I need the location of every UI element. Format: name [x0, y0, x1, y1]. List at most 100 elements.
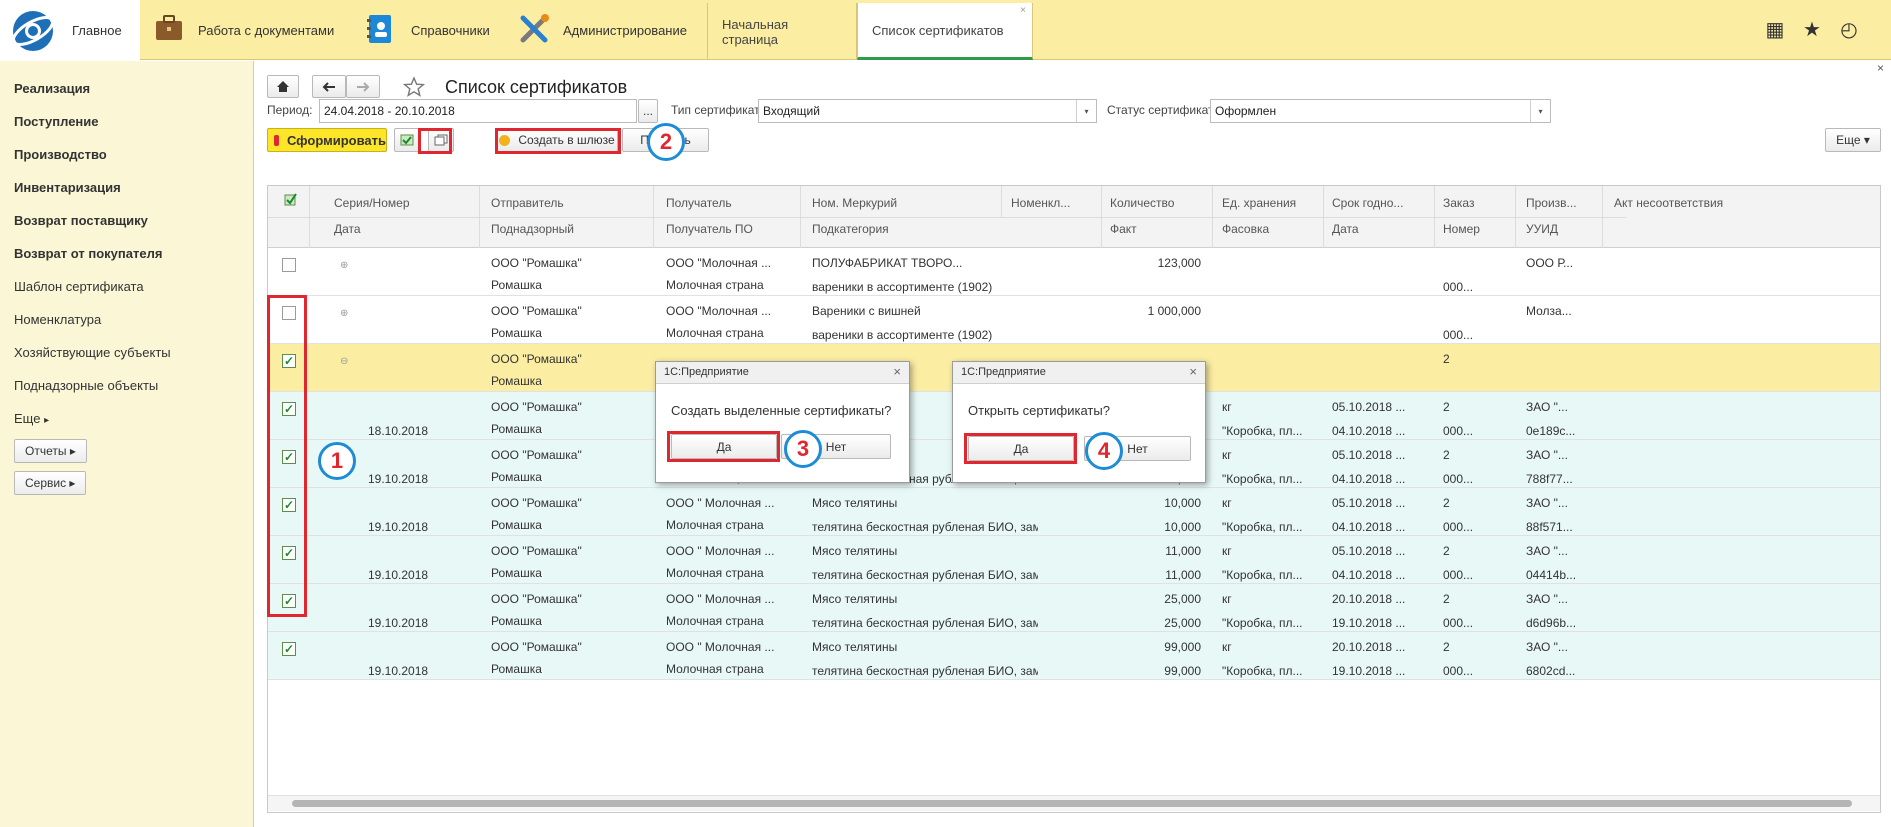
page-close-icon[interactable]: ×	[1877, 61, 1884, 75]
col-header-recipient[interactable]: Получатель	[666, 196, 732, 210]
row-checkbox[interactable]	[282, 306, 296, 320]
section-administration[interactable]: Администрирование	[517, 0, 702, 60]
col-header-nonconformity-act[interactable]: Акт несоответствия	[1614, 196, 1723, 210]
table-row[interactable]: ✓ 19.10.2018 ООО "Ромашка" Ромашка ООО " Мол…	[268, 584, 1880, 632]
table-row[interactable]: ✓ 19.10.2018 ООО "Ромашка" Ромашка ООО " Мол…	[268, 488, 1880, 536]
table-row[interactable]: ⊕ ООО "Ромашка" Ромашка ООО "Молочная ... Мо…	[268, 248, 1880, 296]
cert-status-field[interactable]: Оформлен ▾	[1210, 99, 1551, 123]
row-quantity: 11,000	[1165, 544, 1201, 558]
row-checkbox[interactable]	[282, 258, 296, 272]
col-header-recipient-po[interactable]: Получатель ПО	[666, 222, 753, 236]
section-documents[interactable]: Работа с документами	[150, 0, 360, 60]
generate-button[interactable]: Сформировать	[267, 128, 387, 152]
col-header-expiry[interactable]: Срок годно...	[1332, 196, 1403, 210]
table-row[interactable]: ✓ 19.10.2018 ООО "Ромашка" Ромашка ООО " Мол…	[268, 536, 1880, 584]
sidebar-item-business-entities[interactable]: Хозяйствующие субъекты	[14, 345, 171, 360]
row-checkbox[interactable]: ✓	[282, 594, 296, 608]
row-checkbox[interactable]: ✓	[282, 354, 296, 368]
col-header-order-number[interactable]: Номер	[1443, 222, 1480, 236]
top-navigation-bar: Главное Работа с документами Справочники	[0, 0, 1891, 60]
col-header-fact[interactable]: Факт	[1110, 222, 1137, 236]
cert-status-dropdown-icon[interactable]: ▾	[1530, 100, 1550, 122]
home-button[interactable]	[267, 75, 299, 98]
table-row[interactable]: ⊕ ООО "Ромашка" Ромашка ООО "Молочная ... Мо…	[268, 296, 1880, 344]
tree-toggle-icon[interactable]: ⊕	[340, 308, 348, 319]
col-header-nomenclature[interactable]: Номенкл...	[1011, 196, 1070, 210]
col-header-uuid[interactable]: УУИД	[1526, 222, 1558, 236]
copy-button[interactable]	[428, 128, 454, 152]
tab-certificate-list[interactable]: Список сертификатов ×	[857, 3, 1033, 60]
col-divider	[1434, 186, 1435, 248]
col-header-mercury-nom[interactable]: Ном. Меркурий	[812, 196, 897, 210]
create-in-gateway-button[interactable]: Создать в шлюзе	[496, 128, 618, 152]
period-field[interactable]: 24.04.2018 - 20.10.2018	[319, 99, 637, 123]
scrollbar-thumb[interactable]	[292, 800, 1852, 807]
row-order: 2	[1443, 448, 1450, 462]
service-button[interactable]: Сервис ▸	[14, 471, 87, 495]
row-mercury-nom: ПОЛУФАБРИКАТ ТВОРО...	[812, 256, 963, 270]
cert-type-dropdown-icon[interactable]: ▾	[1076, 100, 1096, 122]
cert-type-field[interactable]: Входящий ▾	[758, 99, 1097, 123]
back-button[interactable]	[312, 75, 346, 98]
dialog-close-icon[interactable]: ×	[1189, 364, 1197, 379]
sidebar-item-inventory[interactable]: Инвентаризация	[14, 180, 121, 195]
reports-button[interactable]: Отчеты ▸	[14, 439, 87, 463]
col-header-subcategory[interactable]: Подкатегория	[812, 222, 889, 236]
period-picker-button[interactable]: ...	[638, 99, 658, 123]
sidebar-item-supervised-objects[interactable]: Поднадзорные объекты	[14, 378, 158, 393]
sidebar-item-return-from-customer[interactable]: Возврат от покупателя	[14, 246, 162, 261]
tree-toggle-icon[interactable]: ⊖	[340, 356, 348, 367]
sidebar-item-nomenclature[interactable]: Номенклатура	[14, 312, 101, 327]
col-header-storage-unit[interactable]: Ед. хранения	[1222, 196, 1296, 210]
row-checkbox[interactable]: ✓	[282, 498, 296, 512]
row-sender: ООО "Ромашка"	[491, 496, 582, 510]
row-producer: ЗАО "...	[1526, 496, 1568, 510]
sidebar-item-sales[interactable]: Реализация	[14, 81, 90, 96]
tab-home-page[interactable]: Начальная страница	[707, 3, 857, 60]
sidebar-item-more[interactable]: Еще ▸	[14, 411, 49, 426]
col-header-supervised[interactable]: Поднадзорный	[491, 222, 574, 236]
col-header-expiry-date[interactable]: Дата	[1332, 222, 1359, 236]
more-actions-button[interactable]: Еще ▾	[1825, 128, 1881, 152]
sidebar-item-return-to-supplier[interactable]: Возврат поставщику	[14, 213, 148, 228]
favorite-star-icon[interactable]	[403, 76, 425, 98]
sidebar-item-receipt[interactable]: Поступление	[14, 114, 99, 129]
section-main[interactable]: Главное	[0, 0, 140, 60]
col-header-sender[interactable]: Отправитель	[491, 196, 564, 210]
table-row[interactable]: ✓ 19.10.2018 ООО "Ромашка" Ромашка ООО " Мол…	[268, 632, 1880, 680]
dialog-title: 1С:Предприятие	[961, 366, 1046, 378]
row-checkbox[interactable]: ✓	[282, 402, 296, 416]
col-header-packing[interactable]: Фасовка	[1222, 222, 1269, 236]
row-supervised: Ромашка	[491, 566, 542, 580]
tab-close-icon[interactable]: ×	[1020, 5, 1026, 16]
col-header-date[interactable]: Дата	[334, 222, 361, 236]
row-producer: ЗАО "...	[1526, 544, 1568, 558]
gateway-icon	[499, 134, 511, 146]
select-all-icon[interactable]	[284, 192, 298, 206]
row-checkbox[interactable]: ✓	[282, 642, 296, 656]
col-header-quantity[interactable]: Количество	[1110, 196, 1174, 210]
home-icon	[277, 81, 289, 92]
col-header-series-number[interactable]: Серия/Номер	[334, 196, 410, 210]
horizontal-scrollbar[interactable]	[268, 795, 1880, 811]
apps-grid-icon[interactable]: ▦	[1762, 16, 1788, 42]
row-supervised: Ромашка	[491, 278, 542, 292]
sidebar-item-production[interactable]: Производство	[14, 147, 107, 162]
sidebar-item-certificate-template[interactable]: Шаблон сертификата	[14, 279, 144, 294]
row-checkbox[interactable]: ✓	[282, 450, 296, 464]
dialog-close-icon[interactable]: ×	[893, 364, 901, 379]
history-icon[interactable]: ◴	[1836, 16, 1862, 42]
forward-button[interactable]	[346, 75, 380, 98]
row-checkbox[interactable]: ✓	[282, 546, 296, 560]
tree-toggle-icon[interactable]: ⊕	[340, 260, 348, 271]
section-directories[interactable]: Справочники	[365, 0, 505, 60]
dialog-yes-button[interactable]: Да	[671, 434, 777, 459]
col-header-producer[interactable]: Произв...	[1526, 196, 1577, 210]
col-header-order[interactable]: Заказ	[1443, 196, 1474, 210]
check-all-button[interactable]	[394, 128, 420, 152]
row-quantity: 25,000	[1164, 592, 1201, 606]
dialog-yes-button[interactable]: Да	[968, 436, 1074, 461]
row-supervised: Ромашка	[491, 374, 542, 388]
favorites-star-icon[interactable]: ★	[1799, 16, 1825, 42]
section-documents-label: Работа с документами	[198, 22, 335, 38]
